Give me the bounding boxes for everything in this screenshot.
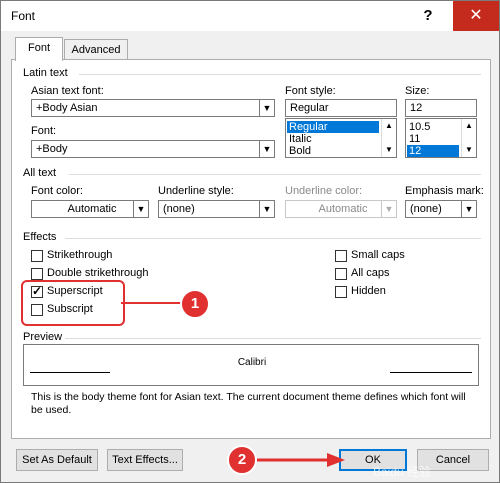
effects-heading: Effects — [23, 231, 57, 243]
size-input[interactable]: 12 — [405, 99, 477, 117]
all-caps-label[interactable]: All caps — [351, 267, 390, 279]
preview-description: This is the body theme font for Asian te… — [31, 391, 466, 416]
preview-baseline-right — [390, 372, 472, 373]
all-text-heading: All text — [23, 167, 57, 179]
size-value: 12 — [410, 102, 423, 114]
tab-advanced[interactable]: Advanced — [64, 39, 128, 60]
preview-box: Calibri — [23, 344, 479, 386]
annotation-badge-1: 1 — [180, 289, 210, 319]
footer-separator — [1, 441, 499, 442]
double-strikethrough-checkbox[interactable] — [31, 268, 43, 280]
list-item[interactable]: 12 — [407, 145, 459, 157]
scroll-up-icon[interactable]: ▲ — [462, 119, 476, 133]
small-caps-label[interactable]: Small caps — [351, 249, 405, 261]
annotation-badge-2: 2 — [227, 445, 257, 475]
asian-font-label: Asian text font: — [31, 85, 104, 97]
underline-color-label: Underline color: — [285, 185, 363, 197]
help-button[interactable]: ? — [413, 5, 443, 27]
strikethrough-label[interactable]: Strikethrough — [47, 249, 112, 261]
double-strikethrough-label[interactable]: Double strikethrough — [47, 267, 149, 279]
preview-sample-text: Calibri — [237, 357, 267, 368]
list-item[interactable]: Italic — [287, 133, 312, 145]
asian-font-combo[interactable]: +Body Asian ▼ — [31, 99, 275, 117]
underline-color-value: Automatic — [318, 203, 368, 215]
divider — [65, 238, 481, 239]
font-value: +Body — [36, 143, 68, 155]
font-style-value: Regular — [290, 102, 329, 114]
font-color-label: Font color: — [31, 185, 83, 197]
list-item[interactable]: 10.5 — [407, 121, 430, 133]
tab-font[interactable]: Font — [15, 37, 63, 61]
chevron-down-icon[interactable]: ▼ — [259, 201, 274, 217]
divider — [79, 74, 481, 75]
chevron-down-icon[interactable]: ▼ — [461, 201, 476, 217]
title-bar: Font ? ✕ — [1, 1, 499, 31]
asian-font-value: +Body Asian — [36, 102, 98, 114]
watermark-text: Baidu 经验 — [373, 465, 432, 479]
hidden-label[interactable]: Hidden — [351, 285, 386, 297]
preview-baseline-left — [30, 372, 110, 373]
text-effects-button[interactable]: Text Effects... — [107, 449, 183, 471]
close-button[interactable]: ✕ — [453, 1, 499, 31]
chevron-down-icon[interactable]: ▼ — [259, 100, 274, 116]
emphasis-mark-label: Emphasis mark: — [405, 185, 484, 197]
divider — [65, 338, 481, 339]
font-style-label: Font style: — [285, 85, 336, 97]
list-item[interactable]: 11 — [407, 133, 420, 145]
chevron-down-icon: ▼ — [381, 201, 396, 217]
emphasis-mark-value: (none) — [410, 203, 442, 215]
font-style-input[interactable]: Regular — [285, 99, 397, 117]
all-caps-checkbox[interactable] — [335, 268, 347, 280]
font-dialog: Font ? ✕ Font Advanced Latin text Asian … — [0, 0, 500, 483]
chevron-down-icon[interactable]: ▼ — [259, 141, 274, 157]
chevron-down-icon[interactable]: ▼ — [133, 201, 148, 217]
divider — [69, 174, 481, 175]
annotation-connector — [121, 302, 183, 304]
window-title: Font — [11, 9, 36, 23]
underline-color-picker: Automatic ▼ — [285, 200, 397, 218]
underline-style-combo[interactable]: (none) ▼ — [158, 200, 275, 218]
emphasis-mark-combo[interactable]: (none) ▼ — [405, 200, 477, 218]
scroll-down-icon[interactable]: ▼ — [382, 143, 396, 157]
scroll-down-icon[interactable]: ▼ — [462, 143, 476, 157]
font-label: Font: — [31, 125, 57, 137]
annotation-highlight-box — [21, 280, 125, 326]
list-item[interactable]: Bold — [287, 145, 311, 157]
size-list[interactable]: 10.5 11 12 ▲ ▼ — [405, 118, 477, 158]
preview-heading: Preview — [23, 331, 63, 343]
list-item[interactable]: Regular — [287, 121, 379, 133]
font-combo[interactable]: +Body ▼ — [31, 140, 275, 158]
set-as-default-button[interactable]: Set As Default — [16, 449, 98, 471]
font-color-value: Automatic — [67, 203, 117, 215]
font-style-list[interactable]: Regular Italic Bold ▲ ▼ — [285, 118, 397, 158]
hidden-checkbox[interactable] — [335, 286, 347, 298]
underline-style-value: (none) — [163, 203, 195, 215]
size-label: Size: — [405, 85, 430, 97]
small-caps-checkbox[interactable] — [335, 250, 347, 262]
strikethrough-checkbox[interactable] — [31, 250, 43, 262]
annotation-arrow — [251, 453, 345, 467]
scroll-up-icon[interactable]: ▲ — [382, 119, 396, 133]
latin-text-heading: Latin text — [23, 67, 68, 79]
font-color-picker[interactable]: Automatic ▼ — [31, 200, 149, 218]
scrollbar[interactable]: ▲ ▼ — [381, 119, 396, 157]
scrollbar[interactable]: ▲ ▼ — [461, 119, 476, 157]
underline-style-label: Underline style: — [158, 185, 234, 197]
